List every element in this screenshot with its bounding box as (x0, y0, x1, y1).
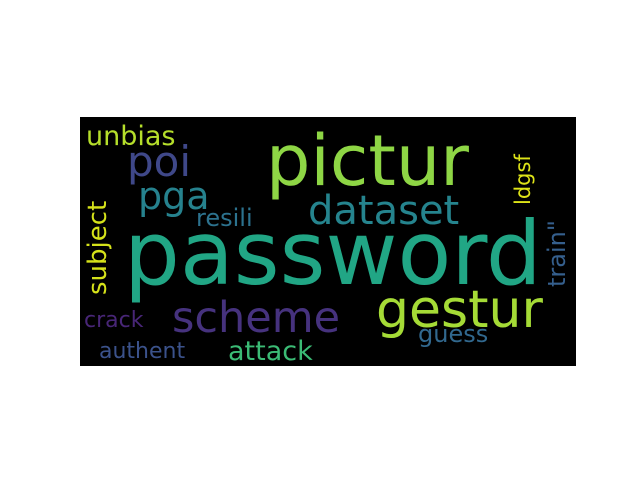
word-dataset: dataset (308, 188, 460, 234)
word-ldgsf: ldgsf (511, 154, 535, 205)
word-resili: resili (196, 204, 253, 232)
word-authent: authent (99, 339, 186, 364)
word-pictur: pictur (266, 120, 469, 202)
word-scheme: scheme (172, 293, 341, 343)
word-cloud: password pictur gestur scheme dataset po… (80, 117, 576, 366)
word-subject: subject (83, 200, 113, 295)
word-crack: crack (84, 308, 144, 333)
word-train: train" (543, 220, 571, 287)
word-attack: attack (228, 336, 313, 366)
word-guess: guess (418, 320, 489, 348)
word-unbias: unbias (86, 121, 176, 152)
